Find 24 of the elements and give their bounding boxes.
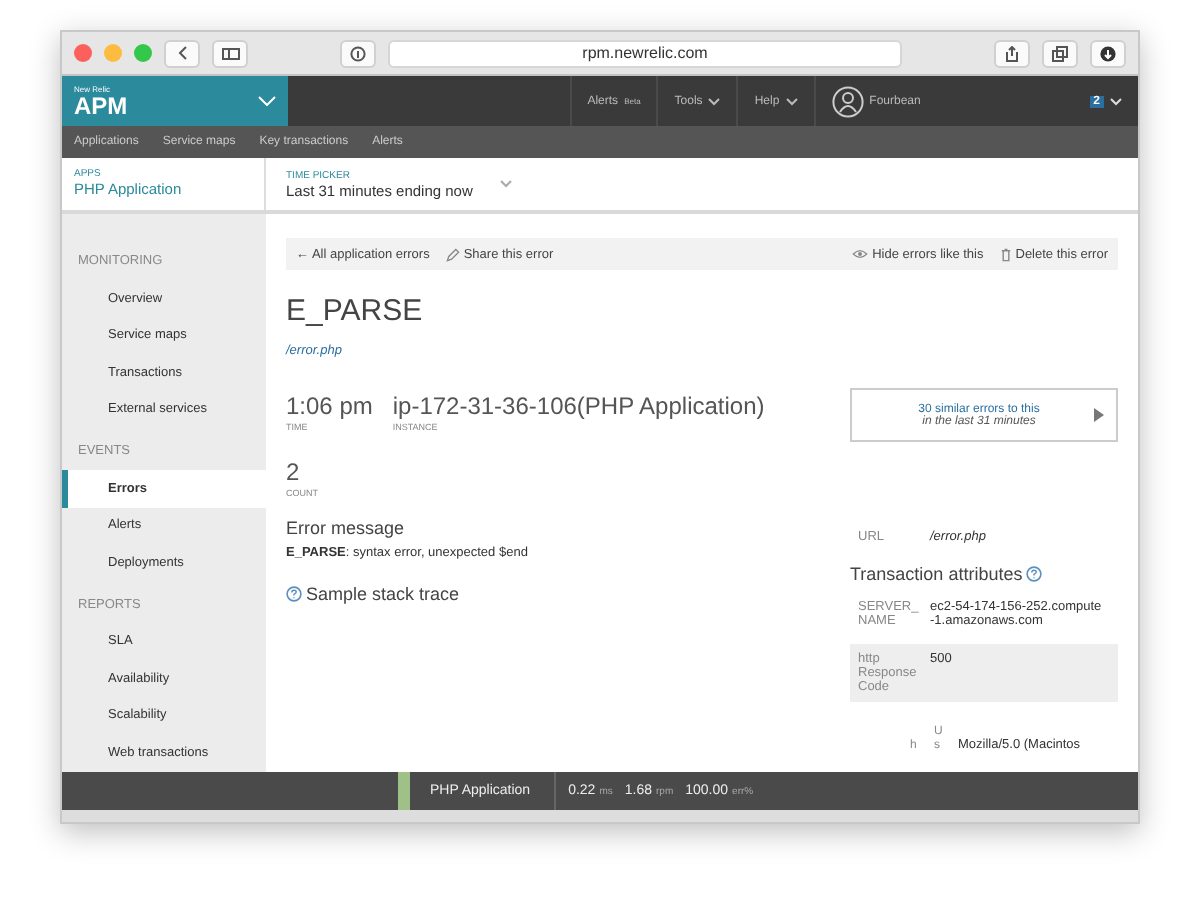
eye-icon: [852, 248, 869, 260]
info-icon[interactable]: [340, 39, 376, 67]
address-field[interactable]: rpm.newrelic.com: [388, 39, 902, 67]
trash-icon: [999, 247, 1012, 261]
stack-trace-link[interactable]: Sample stack trace: [306, 584, 460, 604]
help-icon[interactable]: [286, 586, 302, 602]
tabs-icon[interactable]: [1042, 39, 1078, 67]
chevron-down-icon: [708, 97, 721, 105]
share-icon[interactable]: [994, 39, 1030, 67]
error-title: E_PARSE: [286, 294, 425, 328]
sidebar-icon[interactable]: [212, 39, 248, 67]
section-heading: Transaction attributes: [850, 564, 1023, 584]
download-icon[interactable]: [1090, 39, 1126, 67]
back-icon[interactable]: [164, 39, 200, 67]
play-icon: [1094, 408, 1104, 422]
chevron-down-icon: [785, 97, 798, 105]
health-indicator: [398, 772, 410, 810]
help-icon[interactable]: [1026, 566, 1043, 582]
pencil-icon: [445, 247, 460, 261]
error-count: 2: [286, 458, 302, 486]
error-time: 1:06 pm: [286, 392, 373, 420]
section-heading: Error message: [286, 518, 405, 538]
instance-name: ip-172-31-36-106(PHP Application): [392, 392, 765, 420]
user-avatar-icon: [831, 85, 864, 117]
